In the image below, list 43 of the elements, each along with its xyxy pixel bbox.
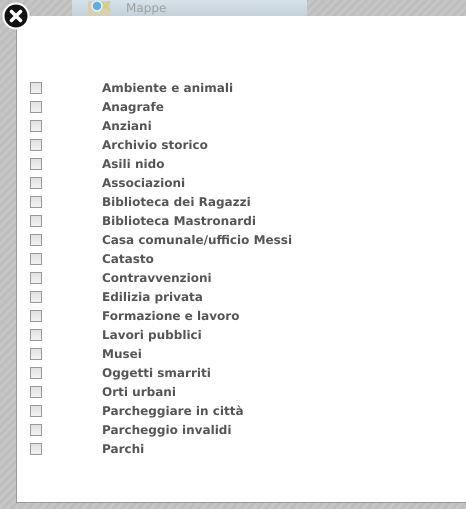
- checkbox[interactable]: [30, 348, 42, 360]
- checkbox[interactable]: [30, 234, 42, 246]
- category-label: Parcheggiare in città: [102, 404, 244, 418]
- checkbox[interactable]: [30, 328, 42, 340]
- checkbox[interactable]: [30, 290, 42, 302]
- checkbox[interactable]: [30, 214, 42, 226]
- checkbox[interactable]: [30, 442, 42, 454]
- category-label: Musei: [102, 346, 142, 360]
- category-label: Catasto: [102, 252, 154, 266]
- category-label: Orti urbani: [102, 384, 176, 398]
- checkbox[interactable]: [30, 196, 42, 208]
- category-label: Associazioni: [102, 176, 186, 190]
- checkbox[interactable]: [30, 252, 42, 264]
- checkbox[interactable]: [30, 386, 42, 398]
- category-label: Ambiente e animali: [102, 80, 234, 94]
- menu-label: Mappe: [126, 1, 166, 16]
- checkbox[interactable]: [30, 176, 42, 188]
- category-label: Lavori pubblici: [102, 328, 202, 342]
- category-label: Formazione e lavoro: [102, 308, 240, 322]
- checkbox[interactable]: [30, 82, 42, 94]
- category-label: Parcheggio invalidi: [102, 422, 232, 436]
- category-label: Anagrafe: [102, 100, 164, 114]
- checkbox[interactable]: [30, 310, 42, 322]
- close-icon[interactable]: [2, 2, 30, 30]
- checkbox[interactable]: [30, 404, 42, 416]
- checkbox[interactable]: [30, 366, 42, 378]
- checkbox[interactable]: [30, 272, 42, 284]
- category-label: Asili nido: [102, 156, 164, 170]
- category-label: Oggetti smarriti: [102, 366, 211, 380]
- category-label: Contravvenzioni: [102, 270, 212, 284]
- category-label: Biblioteca dei Ragazzi: [102, 194, 251, 208]
- checkbox[interactable]: [30, 158, 42, 170]
- checkbox[interactable]: [30, 100, 42, 112]
- category-label: Anziani: [102, 118, 152, 132]
- category-label: Casa comunale/ufficio Messi: [102, 232, 292, 246]
- map-icon: [86, 1, 112, 16]
- category-label: Biblioteca Mastronardi: [102, 214, 256, 228]
- category-label: Parchi: [102, 442, 144, 456]
- category-label: Edilizia privata: [102, 290, 203, 304]
- checkbox[interactable]: [30, 120, 42, 132]
- category-label: Archivio storico: [102, 138, 208, 152]
- checkbox[interactable]: [30, 138, 42, 150]
- checkbox[interactable]: [30, 424, 42, 436]
